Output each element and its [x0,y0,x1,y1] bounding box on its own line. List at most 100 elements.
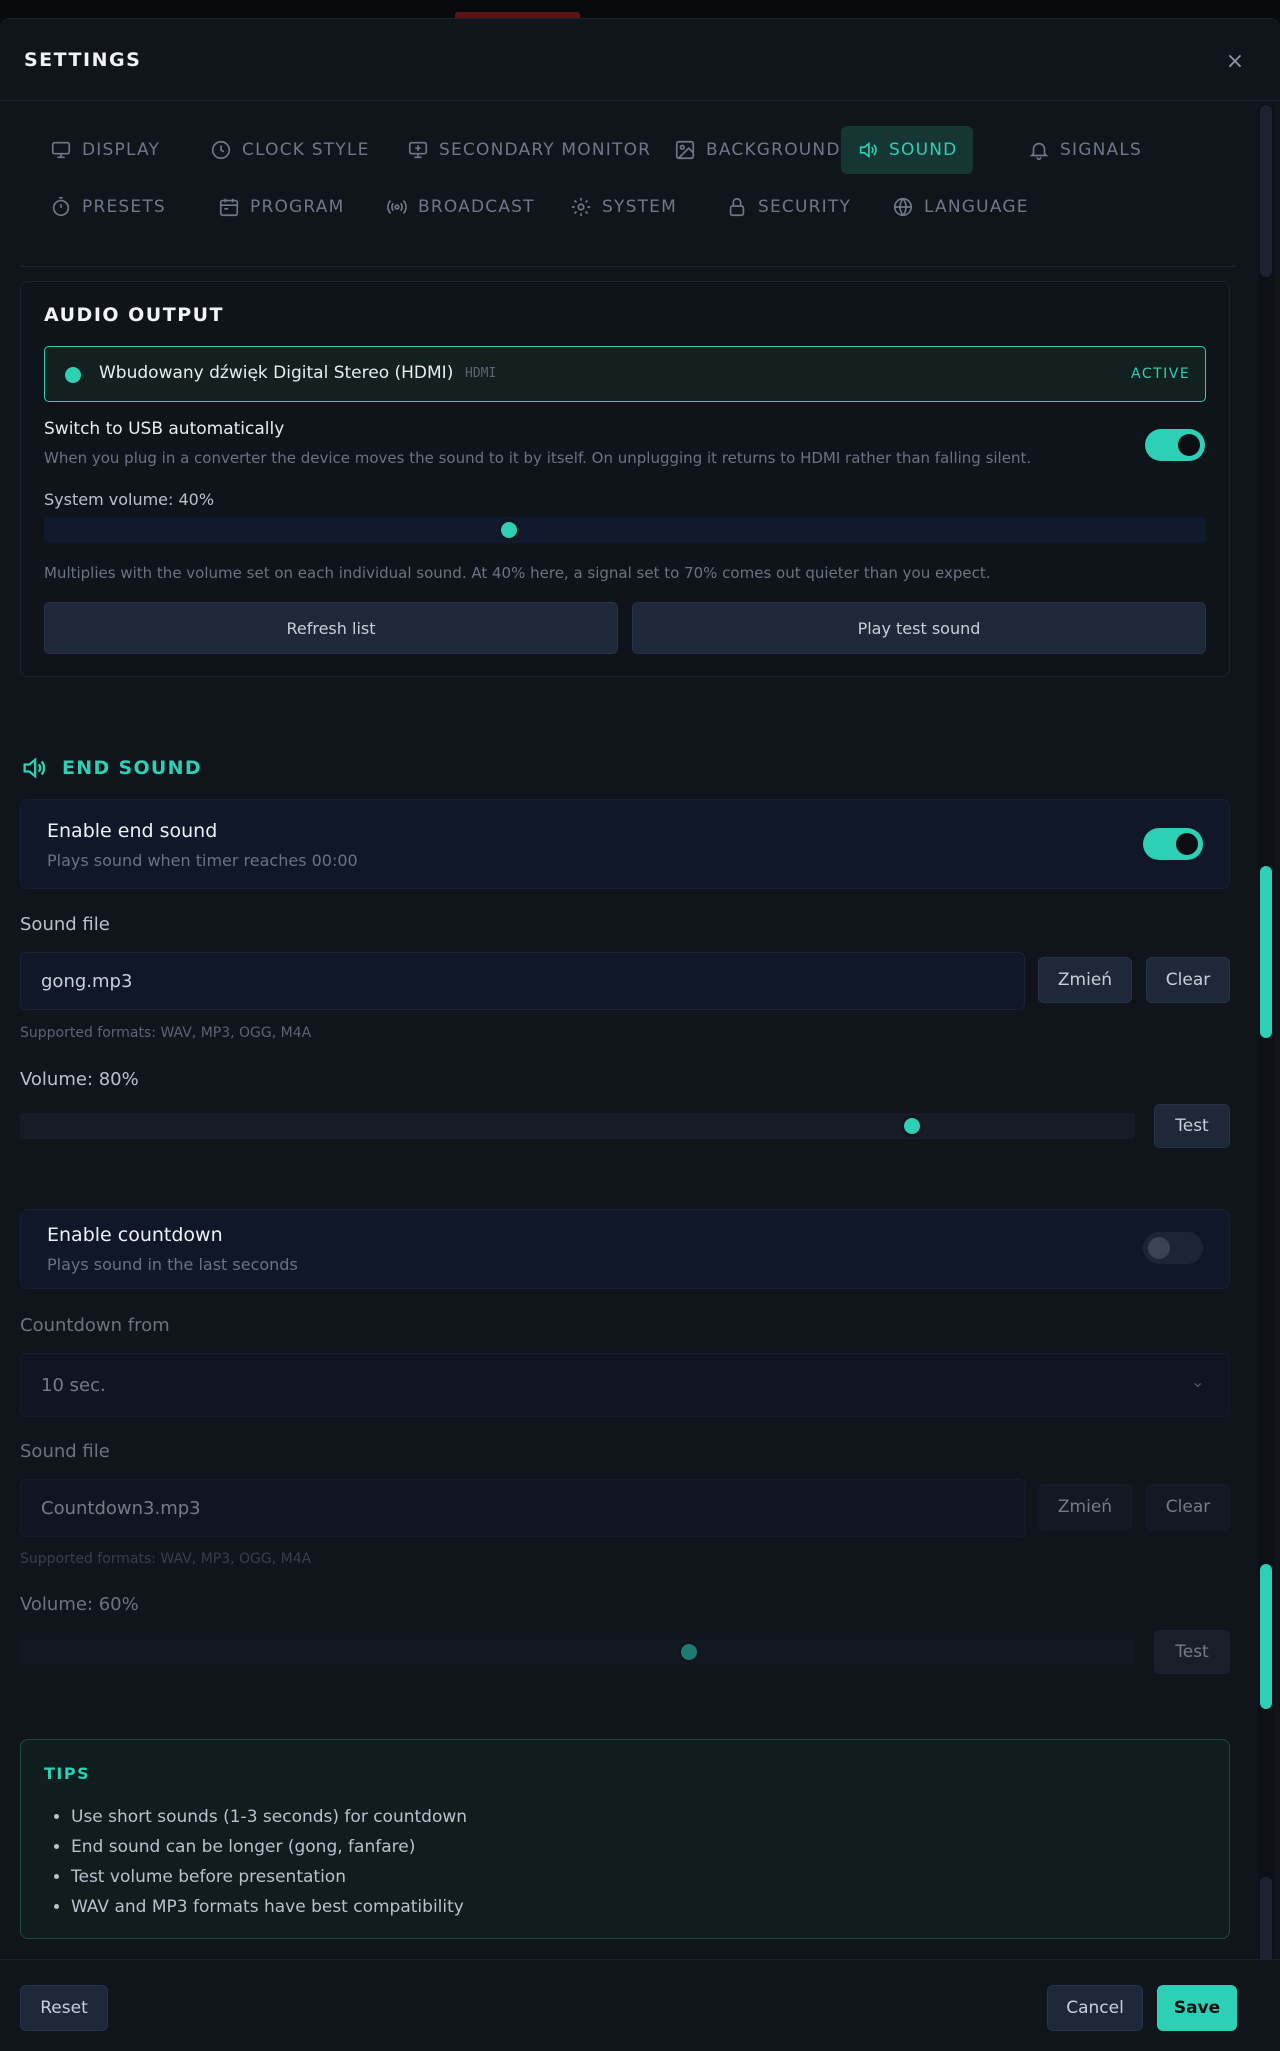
enable-end-sound-desc: Plays sound when timer reaches 00:00 [47,851,358,870]
enable-end-sound-toggle[interactable] [1143,828,1203,860]
system-volume-hint: Multiplies with the volume set on each i… [44,564,991,582]
globe-icon [893,197,913,217]
end-sound-test-button[interactable]: Test [1154,1104,1230,1148]
tab-label: SIGNALS [1060,140,1142,160]
chevron-down-icon: ⌄ [1191,1372,1205,1391]
countdown-from-select[interactable]: 10 sec. ⌄ [20,1353,1230,1417]
image-icon [675,140,695,160]
end-sound-formats: Supported formats: WAV, MP3, OGG, M4A [20,1025,312,1041]
tab-label: BACKGROUND [706,140,841,160]
enable-countdown-desc: Plays sound in the last seconds [47,1255,298,1274]
end-sound-volume-slider[interactable] [20,1113,1135,1139]
enable-countdown-title: Enable countdown [47,1224,223,1246]
end-sound-clear-button[interactable]: Clear [1146,957,1230,1003]
tab-label: SOUND [889,140,958,160]
monitor-icon [51,141,71,159]
usb-switch-title: Switch to USB automatically [44,419,285,439]
calendar-icon [219,198,239,217]
tab-background[interactable]: BACKGROUND [658,126,857,174]
tab-label: BROADCAST [418,197,535,217]
tab-system[interactable]: SYSTEM [554,183,693,231]
tab-sound[interactable]: SOUND [841,126,974,174]
tab-label: CLOCK STYLE [242,140,370,160]
end-sound-heading: END SOUND [20,754,202,782]
countdown-file-label: Sound file [20,1441,110,1462]
save-button[interactable]: Save [1157,1985,1237,2031]
modal-title: SETTINGS [24,49,142,71]
end-sound-file-input[interactable]: gong.mp3 [20,952,1025,1010]
slider-thumb[interactable] [497,519,520,541]
tab-label: LANGUAGE [924,197,1029,217]
enable-countdown-toggle[interactable] [1143,1232,1203,1264]
countdown-test-button[interactable]: Test [1154,1630,1230,1674]
device-status: ACTIVE [1131,366,1191,382]
tips-list: Use short sounds (1-3 seconds) for count… [71,1802,467,1922]
tab-signals[interactable]: SIGNALS [1012,126,1158,174]
countdown-change-button[interactable]: Zmień [1038,1484,1132,1530]
system-volume-slider[interactable] [44,517,1206,543]
cancel-button[interactable]: Cancel [1047,1985,1143,2031]
lock-icon [729,197,745,217]
tab-language[interactable]: LANGUAGE [876,183,1045,231]
close-icon[interactable]: × [1222,49,1248,75]
countdown-formats: Supported formats: WAV, MP3, OGG, M4A [20,1551,312,1567]
end-sound-file-label: Sound file [20,914,110,935]
countdown-volume-label: Volume: 60% [20,1594,139,1615]
enable-end-sound-title: Enable end sound [47,820,218,842]
reset-button[interactable]: Reset [20,1985,108,2031]
tips-title: TIPS [44,1764,91,1783]
tips-box: TIPS Use short sounds (1-3 seconds) for … [20,1739,1230,1939]
speaker-icon [23,757,46,779]
countdown-file-input[interactable]: Countdown3.mp3 [20,1479,1025,1537]
slider-thumb[interactable] [901,1115,923,1137]
tab-label: PRESETS [82,197,166,217]
scrollbar-thumb-active[interactable] [1260,866,1272,1038]
system-volume-label: System volume: 40% [44,490,215,509]
toggle-knob [1178,434,1200,456]
section-title: END SOUND [62,757,202,779]
slider-thumb[interactable] [678,1641,700,1663]
usb-switch-toggle[interactable] [1145,429,1205,461]
countdown-volume-slider[interactable] [20,1639,1135,1665]
audio-device-item[interactable]: Wbudowany dźwięk Digital Stereo (HDMI) H… [44,346,1206,402]
audio-output-card: AUDIO OUTPUT Wbudowany dźwięk Digital St… [20,281,1230,677]
end-sound-change-button[interactable]: Zmień [1038,957,1132,1003]
tab-program[interactable]: PROGRAM [202,183,360,231]
tab-security[interactable]: SECURITY [710,183,867,231]
tab-broadcast[interactable]: BROADCAST [370,183,551,231]
enable-end-sound-panel: Enable end sound Plays sound when timer … [20,799,1230,889]
tab-secondary-monitor[interactable]: SECONDARY MONITOR [391,126,667,174]
toggle-knob [1176,833,1198,855]
modal-header: SETTINGS × [0,19,1280,101]
speaker-icon [859,141,877,159]
gear-icon [571,197,591,217]
audio-output-title: AUDIO OUTPUT [44,304,225,326]
enable-countdown-panel: Enable countdown Plays sound in the last… [20,1209,1230,1289]
toggle-knob [1148,1237,1170,1259]
scrollbar-thumb[interactable] [1260,105,1272,277]
countdown-clear-button[interactable]: Clear [1146,1484,1230,1530]
tip-item: WAV and MP3 formats have best compatibil… [71,1892,467,1922]
bell-icon [1029,142,1049,160]
select-value: 10 sec. [41,1374,106,1396]
tip-item: Use short sounds (1-3 seconds) for count… [71,1802,467,1832]
tab-clock-style[interactable]: CLOCK STYLE [194,126,386,174]
settings-modal: SETTINGS × DISPLAY CLOCK STYLE SECONDARY… [0,18,1280,2051]
countdown-from-label: Countdown from [20,1315,170,1336]
tab-display[interactable]: DISPLAY [34,126,176,174]
scrollbar-track[interactable] [1258,103,1274,2043]
end-sound-volume-label: Volume: 80% [20,1069,139,1090]
device-type: HDMI [465,366,497,381]
tab-label: SECURITY [758,197,852,217]
backdrop-strip [0,0,1280,18]
usb-switch-desc: When you plug in a converter the device … [44,449,1032,467]
play-test-sound-button[interactable]: Play test sound [632,602,1206,654]
broadcast-icon [387,200,407,214]
modal-footer: Reset Cancel Save [0,1959,1280,2051]
tab-presets[interactable]: PRESETS [34,183,182,231]
tab-label: SYSTEM [602,197,677,217]
refresh-list-button[interactable]: Refresh list [44,602,618,654]
device-name: Wbudowany dźwięk Digital Stereo (HDMI) [99,363,454,383]
scrollbar-thumb-active[interactable] [1260,1564,1272,1709]
tip-item: End sound can be longer (gong, fanfare) [71,1832,467,1862]
